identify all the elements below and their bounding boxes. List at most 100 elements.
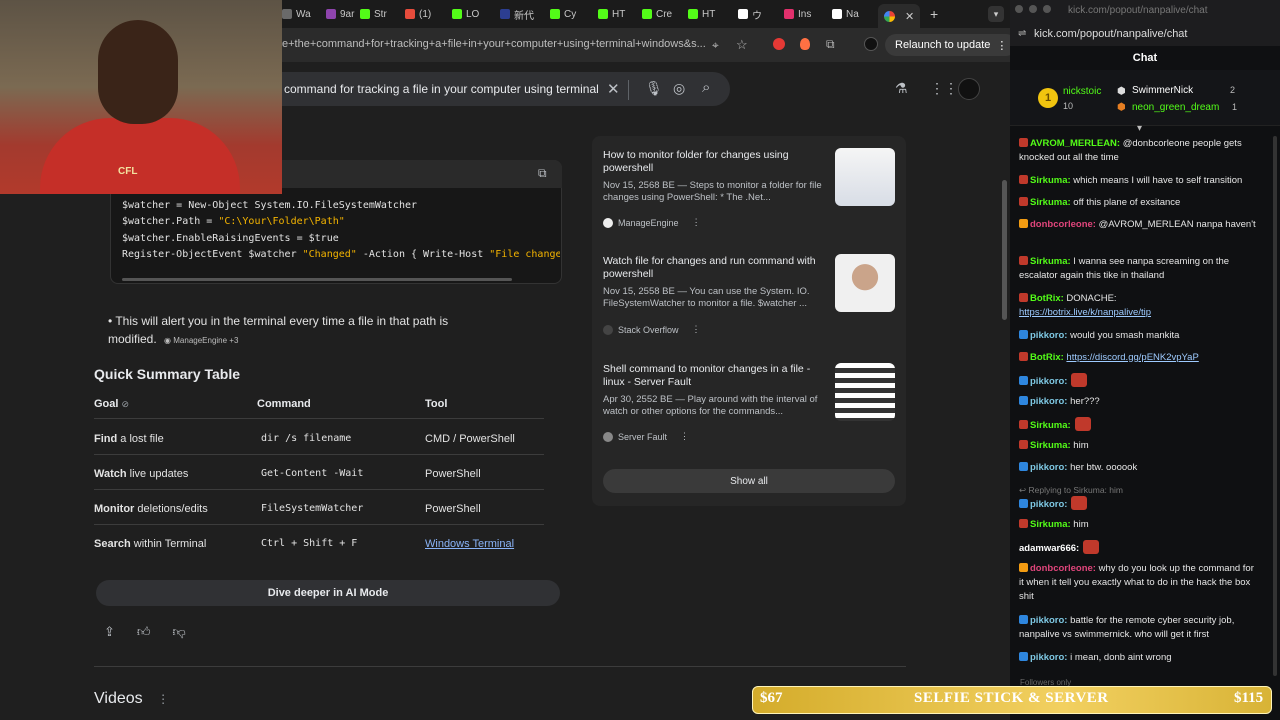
badge-icon (1019, 293, 1028, 302)
chat-text: @AVROM_MERLEAN nanpa haven't (1095, 219, 1256, 230)
gifter-name[interactable]: neon_green_dream (1132, 102, 1219, 113)
source-title-link[interactable]: Shell command to monitor changes in a fi… (603, 363, 828, 389)
account-avatar[interactable] (958, 78, 980, 100)
dive-deeper-button[interactable]: Dive deeper in AI Mode (96, 580, 560, 606)
badge-icon (1019, 652, 1028, 661)
source-thumbnail[interactable] (835, 363, 895, 421)
badge-icon (1019, 175, 1028, 184)
share-icon[interactable]: ⇪ (104, 624, 115, 640)
chat-message: pikkoro: i mean, donb aint wrong (1019, 651, 1259, 665)
browser-tab[interactable]: HT (598, 4, 625, 24)
url-field[interactable]: e+the+command+for+tracking+a+file+in+you… (282, 38, 706, 50)
gifter-name[interactable]: SwimmerNick (1132, 85, 1193, 96)
profile-avatar[interactable] (864, 37, 878, 51)
chat-message: pikkoro: her??? (1019, 395, 1259, 409)
browser-tab[interactable]: Ins (784, 4, 811, 24)
bookmark-star-icon[interactable]: ☆ (736, 37, 748, 53)
location-icon[interactable]: ⌖ (712, 38, 719, 53)
chat-message: pikkoro: battle for the remote cyber sec… (1019, 614, 1259, 642)
close-window-icon[interactable] (1015, 5, 1023, 13)
thumbs-down-icon[interactable]: 👎︎ (173, 624, 186, 640)
browser-tab[interactable]: 9ar (326, 4, 354, 24)
chat-username[interactable]: pikkoro: (1030, 376, 1067, 387)
chat-username[interactable]: Sirkuma: (1030, 420, 1071, 431)
chat-username[interactable]: pikkoro: (1030, 652, 1067, 663)
chat-username[interactable]: pikkoro: (1030, 330, 1067, 341)
source-site[interactable]: ManageEngine ⋮ (603, 217, 701, 228)
tab-search-icon[interactable]: ▾ (988, 6, 1004, 22)
show-all-button[interactable]: Show all (603, 469, 895, 493)
microphone-icon[interactable]: 🎙 (645, 80, 663, 97)
source-chip[interactable]: ◉ ManageEngine +3 (164, 336, 238, 345)
table-cell-command: FileSystemWatcher (261, 503, 364, 514)
chat-link[interactable]: https://discord.gg/pENK2vpYaP (1066, 352, 1198, 363)
badge-icon (1019, 462, 1028, 471)
source-title-link[interactable]: Watch file for changes and run command w… (603, 255, 828, 281)
browser-tab[interactable]: ウ (738, 4, 762, 24)
chat-username[interactable]: adamwar666: (1019, 543, 1079, 554)
chat-username[interactable]: donbcorleone: (1030, 563, 1096, 574)
maximize-window-icon[interactable] (1043, 5, 1051, 13)
relaunch-button[interactable]: Relaunch to update ⋮ (885, 34, 1018, 56)
source-thumbnail[interactable] (835, 254, 895, 312)
windows-terminal-link[interactable]: Windows Terminal (425, 538, 514, 550)
page-scrollbar[interactable] (1002, 180, 1007, 320)
chat-username[interactable]: Sirkuma: (1030, 440, 1071, 451)
chat-username[interactable]: AVROM_MERLEAN: (1030, 138, 1120, 149)
search-icon[interactable]: ⌕ (702, 79, 710, 96)
chat-username[interactable]: pikkoro: (1030, 615, 1067, 626)
code-scrollbar[interactable] (122, 278, 512, 281)
extension-icon[interactable] (800, 38, 810, 50)
chat-username[interactable]: Sirkuma: (1030, 256, 1071, 267)
chat-text: off this plane of exsitance (1070, 197, 1181, 208)
browser-tab[interactable]: Cy (550, 4, 576, 24)
extensions-puzzle-icon[interactable]: ⧉ (826, 37, 835, 52)
minimize-window-icon[interactable] (1029, 5, 1037, 13)
chat-url-field[interactable]: kick.com/popout/nanpalive/chat (1034, 28, 1187, 40)
chat-username[interactable]: BotRix: (1030, 293, 1064, 304)
chat-username[interactable]: pikkoro: (1030, 499, 1067, 510)
chat-username[interactable]: donbcorleone: (1030, 219, 1096, 230)
source-title-link[interactable]: How to monitor folder for changes using … (603, 149, 828, 175)
lens-icon[interactable]: ◎ (673, 80, 685, 97)
close-tab-icon[interactable]: ✕ (905, 10, 914, 23)
chat-username[interactable]: BotRix: (1030, 352, 1064, 363)
browser-tab[interactable]: HT (688, 4, 715, 24)
gifter-name[interactable]: nickstoic (1063, 86, 1101, 97)
labs-flask-icon[interactable]: ⚗ (895, 80, 908, 97)
chat-username[interactable]: Sirkuma: (1030, 519, 1071, 530)
badge-icon (1019, 420, 1028, 429)
thumbs-up-icon[interactable]: 👍︎ (137, 624, 151, 640)
search-input[interactable]: command for tracking a file in your comp… (284, 82, 602, 96)
tune-icon[interactable]: ⇌ (1018, 28, 1026, 39)
google-icon (884, 10, 895, 22)
table-cell-goal: Monitor deletions/edits (94, 503, 208, 515)
clear-icon[interactable]: ✕ (607, 80, 620, 98)
badge-icon (1019, 396, 1028, 405)
browser-tab[interactable]: Cre (642, 4, 672, 24)
copy-icon[interactable]: ⧉ (538, 166, 547, 181)
browser-tab[interactable]: Na (832, 4, 859, 24)
active-tab[interactable]: ✕ (878, 4, 921, 28)
gifter-rank-icon: ⬢ (1117, 86, 1126, 97)
collapse-icon[interactable]: ▾ (1137, 123, 1142, 134)
badge-icon (1019, 376, 1028, 385)
source-site[interactable]: Server Fault ⋮ (603, 431, 689, 442)
source-site[interactable]: Stack Overflow ⋮ (603, 324, 701, 335)
chat-username[interactable]: pikkoro: (1030, 396, 1067, 407)
chat-username[interactable]: Sirkuma: (1030, 197, 1071, 208)
extension-icon[interactable] (773, 38, 785, 50)
browser-tab[interactable]: Str (360, 4, 387, 24)
browser-tab[interactable]: 新代 (500, 4, 534, 24)
source-thumbnail[interactable] (835, 148, 895, 206)
chat-username[interactable]: pikkoro: (1030, 462, 1067, 473)
new-tab-button[interactable]: + (930, 6, 938, 22)
browser-tab[interactable]: (1) (405, 4, 431, 24)
chat-message: pikkoro: her btw. oooook (1019, 461, 1259, 475)
chat-scrollbar[interactable] (1273, 136, 1277, 676)
apps-grid-icon[interactable]: ⋮⋮ (930, 80, 958, 97)
browser-tab[interactable]: Wa (282, 4, 311, 24)
chat-link[interactable]: https://botrix.live/k/nanpalive/tip (1019, 306, 1259, 320)
browser-tab[interactable]: LO (452, 4, 479, 24)
chat-username[interactable]: Sirkuma: (1030, 175, 1071, 186)
